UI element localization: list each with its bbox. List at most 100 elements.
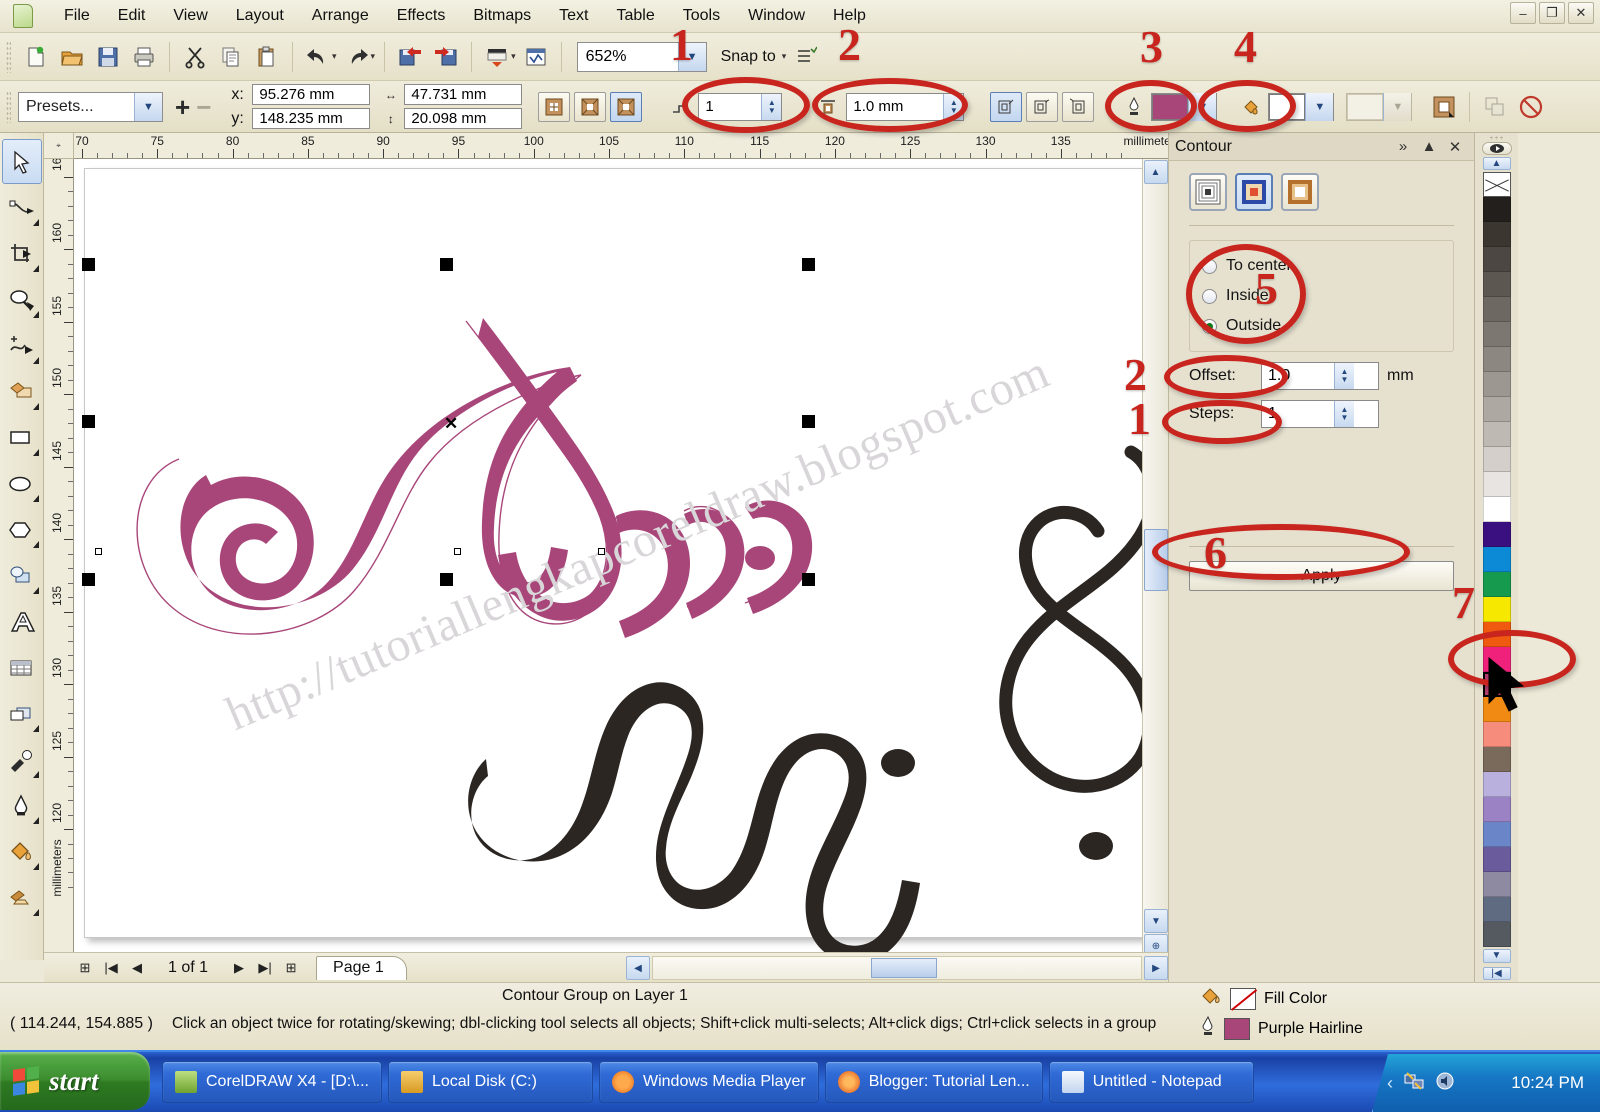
- ellipse-tool-icon[interactable]: [2, 461, 42, 506]
- copy-contour-properties-button[interactable]: [1477, 89, 1513, 125]
- table-tool-icon[interactable]: [2, 645, 42, 690]
- close-button[interactable]: ✕: [1568, 2, 1594, 24]
- contour-offset-input[interactable]: [847, 94, 944, 119]
- vertical-ruler[interactable]: 165 160 155 150 145 140 135 130 125 120 millimeter…: [44, 159, 74, 960]
- taskbar-item-blogger[interactable]: Blogger: Tutorial Len...: [824, 1061, 1043, 1103]
- menu-table[interactable]: Table: [602, 3, 668, 29]
- publish-pdf-icon[interactable]: [479, 39, 515, 75]
- selection-handle[interactable]: [440, 258, 453, 271]
- menu-bitmaps[interactable]: Bitmaps: [459, 3, 545, 29]
- tray-volume-icon[interactable]: [1435, 1071, 1455, 1095]
- minimize-button[interactable]: –: [1510, 2, 1536, 24]
- import-icon[interactable]: [392, 39, 428, 75]
- palette-swatch[interactable]: [1482, 447, 1511, 473]
- docker-close-icon[interactable]: ✕: [1442, 136, 1468, 158]
- contour-steps-spinner[interactable]: ▲ ▼: [761, 93, 782, 120]
- palette-swatch[interactable]: [1482, 197, 1511, 223]
- palette-swatch[interactable]: [1482, 172, 1511, 198]
- polygon-tool-icon[interactable]: [2, 507, 42, 552]
- contour-offset-field[interactable]: ▲▼: [846, 92, 965, 121]
- status-outline-chip[interactable]: [1224, 1017, 1250, 1040]
- scroll-thumb[interactable]: [1144, 529, 1168, 591]
- height-field[interactable]: 20.098 mm: [404, 108, 523, 129]
- taskbar-item-notepad[interactable]: Untitled - Notepad: [1048, 1061, 1254, 1103]
- contour-preset-outside[interactable]: [1281, 173, 1319, 211]
- scroll-right-button[interactable]: ▶: [1144, 956, 1168, 980]
- contour-preset-inside[interactable]: [1235, 173, 1273, 211]
- save-icon[interactable]: [90, 39, 126, 75]
- new-document-icon[interactable]: [18, 39, 54, 75]
- menu-view[interactable]: View: [159, 3, 221, 29]
- status-fill-chip[interactable]: [1230, 987, 1256, 1010]
- docker-offset-spinner[interactable]: ▲ ▼: [1334, 363, 1354, 389]
- menu-help[interactable]: Help: [819, 3, 880, 29]
- menu-layout[interactable]: Layout: [222, 3, 298, 29]
- last-page-button[interactable]: ▶|: [254, 957, 276, 979]
- tray-expand-icon[interactable]: ‹: [1387, 1073, 1393, 1094]
- open-icon[interactable]: [54, 39, 90, 75]
- palette-swatch[interactable]: [1482, 247, 1511, 273]
- selection-handle[interactable]: [802, 415, 815, 428]
- palette-swatch[interactable]: [1482, 922, 1511, 948]
- palette-swatch[interactable]: [1482, 372, 1511, 398]
- paste-icon[interactable]: [249, 39, 285, 75]
- width-field[interactable]: 47.731 mm: [404, 84, 523, 105]
- apply-button[interactable]: Apply: [1189, 561, 1454, 591]
- presets-combo[interactable]: Presets... ▼: [18, 91, 163, 122]
- radio-inside-icon[interactable]: [1202, 288, 1217, 304]
- add-preset-button[interactable]: +: [175, 94, 190, 120]
- remove-preset-button[interactable]: −: [196, 94, 211, 120]
- selection-handle[interactable]: [82, 258, 95, 271]
- canvas-vertical-scrollbar[interactable]: ▲ ▼ ⊕: [1142, 159, 1168, 960]
- blend-tool-icon[interactable]: [2, 691, 42, 736]
- canvas-horizontal-scrollbar[interactable]: ◀ ▶: [626, 955, 1168, 981]
- outline-color-chip[interactable]: [1152, 93, 1189, 120]
- palette-swatch[interactable]: [1482, 847, 1511, 873]
- radio-outside-icon[interactable]: [1202, 318, 1217, 334]
- print-icon[interactable]: [126, 39, 162, 75]
- copy-icon[interactable]: [213, 39, 249, 75]
- taskbar-item-media-player[interactable]: Windows Media Player: [598, 1061, 819, 1103]
- clear-contour-button[interactable]: [1513, 89, 1549, 125]
- miter-corner-button[interactable]: [990, 91, 1023, 122]
- zoom-dropdown-icon[interactable]: ▼: [677, 42, 706, 71]
- scroll-down-button[interactable]: ▼: [1144, 909, 1168, 933]
- contour-steps-field[interactable]: ▲▼: [698, 92, 783, 121]
- crop-tool-icon[interactable]: [2, 231, 42, 276]
- palette-swatch[interactable]: [1482, 747, 1511, 773]
- undo-icon[interactable]: [300, 39, 336, 75]
- palette-swatch[interactable]: [1482, 897, 1511, 923]
- palette-swatch[interactable]: [1482, 272, 1511, 298]
- y-position-field[interactable]: 148.235 mm: [252, 108, 371, 129]
- menu-window[interactable]: Window: [734, 3, 819, 29]
- scroll-left-button[interactable]: ◀: [626, 956, 650, 980]
- radio-inside[interactable]: Inside: [1202, 281, 1441, 311]
- x-position-field[interactable]: 95.276 mm: [252, 84, 371, 105]
- docker-steps-input[interactable]: [1262, 402, 1334, 426]
- tray-network-icon[interactable]: [1403, 1070, 1425, 1096]
- menu-file[interactable]: File: [50, 3, 104, 29]
- add-page-before-button[interactable]: ⊞: [74, 957, 96, 979]
- cut-icon[interactable]: [177, 39, 213, 75]
- first-page-button[interactable]: |◀: [100, 957, 122, 979]
- contour-offset-spinner[interactable]: ▲ ▼: [943, 93, 964, 120]
- palette-scroll-up-button[interactable]: ▲: [1482, 156, 1511, 171]
- palette-swatch[interactable]: [1482, 547, 1511, 573]
- menu-edit[interactable]: Edit: [104, 3, 160, 29]
- maximize-button[interactable]: ❐: [1539, 2, 1565, 24]
- zoom-level-combo[interactable]: ▼: [576, 41, 707, 72]
- bevel-corner-button[interactable]: [1062, 91, 1095, 122]
- presets-dropdown-icon[interactable]: ▼: [134, 92, 162, 121]
- zoom-level-input[interactable]: [577, 43, 674, 70]
- docker-steps-spinner[interactable]: ▲ ▼: [1334, 401, 1354, 427]
- contour-outside-button[interactable]: [610, 91, 643, 122]
- start-button[interactable]: start: [0, 1052, 150, 1110]
- hscroll-thumb[interactable]: [871, 958, 937, 978]
- contour-steps-input[interactable]: [699, 94, 762, 119]
- interactive-fill-tool-icon[interactable]: [2, 875, 42, 920]
- palette-swatch[interactable]: [1482, 347, 1511, 373]
- node-handle[interactable]: [95, 548, 102, 555]
- round-corner-button[interactable]: [1026, 91, 1059, 122]
- redo-icon[interactable]: [339, 39, 375, 75]
- fill-tool-icon[interactable]: [2, 829, 42, 874]
